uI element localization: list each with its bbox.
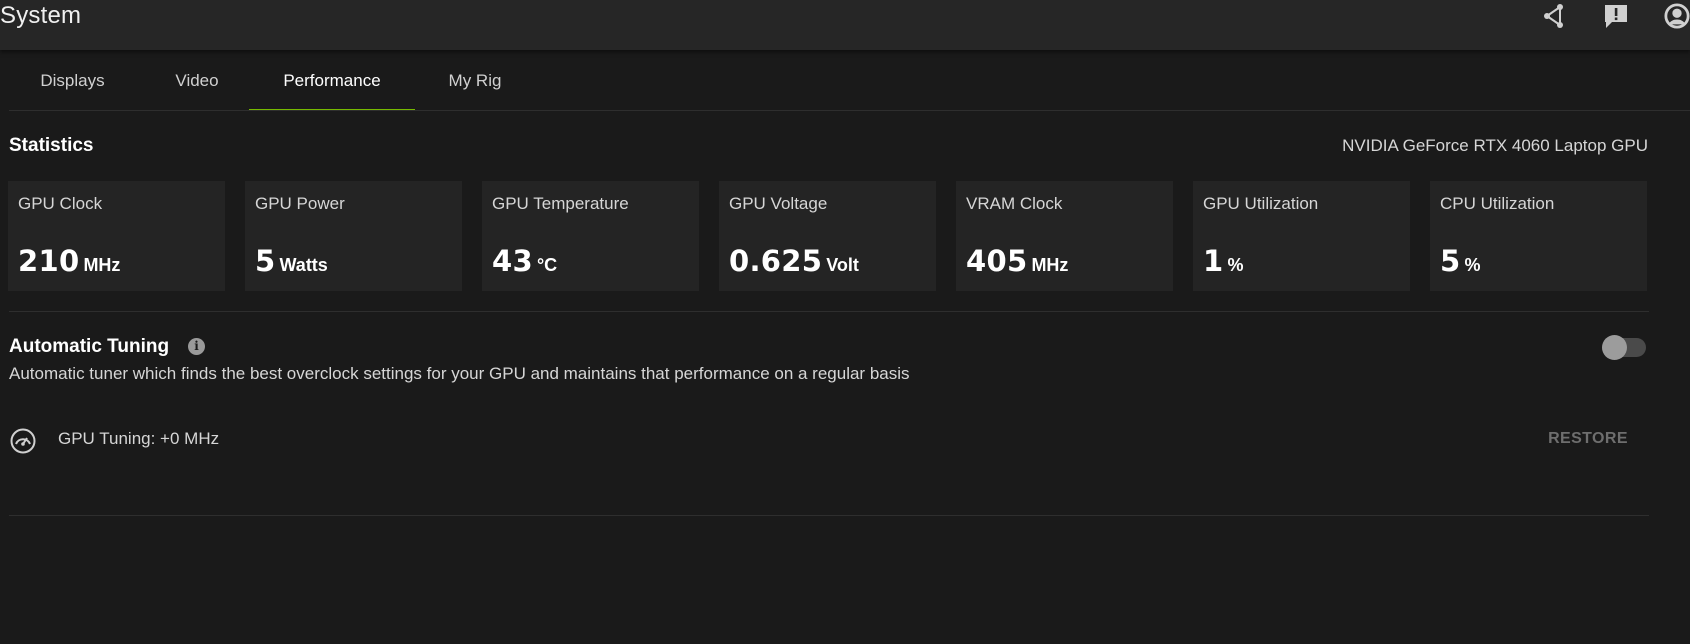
stat-card-gpu-clock: GPU Clock 210 MHz	[8, 181, 225, 291]
automatic-tuning-title: Automatic Tuning	[9, 336, 170, 357]
stat-number: 0.625	[729, 244, 823, 278]
share-icon[interactable]	[1540, 2, 1568, 30]
top-bar: System	[0, 0, 1690, 50]
stat-value: 5%	[1440, 244, 1481, 278]
automatic-tuning-toggle[interactable]	[1602, 335, 1646, 360]
stat-label: GPU Utilization	[1203, 194, 1319, 213]
stat-label: GPU Voltage	[729, 194, 828, 213]
stat-card-vram-clock: VRAM Clock 405 MHz	[956, 181, 1173, 291]
stat-unit: MHz	[83, 255, 121, 275]
feedback-icon[interactable]	[1602, 2, 1630, 30]
stat-number: 5	[255, 244, 276, 278]
tab-video[interactable]: Video	[136, 53, 258, 109]
stat-card-gpu-temperature: GPU Temperature 43 °C	[482, 181, 699, 291]
stat-unit: °C	[536, 255, 558, 275]
stat-number: 210	[18, 244, 80, 278]
toggle-knob	[1602, 335, 1627, 360]
stat-value: 210 MHz	[18, 244, 120, 278]
stat-value: 405 MHz	[966, 244, 1068, 278]
stat-label: GPU Power	[255, 194, 345, 213]
stat-value: 1%	[1203, 244, 1244, 278]
stat-unit: Volt	[826, 255, 859, 275]
stat-number: 1	[1203, 244, 1224, 278]
stat-label: GPU Clock	[18, 194, 103, 213]
stat-card-gpu-voltage: GPU Voltage 0.625 Volt	[719, 181, 936, 291]
stat-unit: MHz	[1031, 255, 1069, 275]
stat-value: 5 Watts	[255, 244, 328, 278]
page-title: System	[0, 2, 82, 29]
tab-my-rig[interactable]: My Rig	[415, 53, 535, 109]
section-divider	[9, 515, 1649, 516]
stat-unit: %	[1464, 255, 1481, 275]
stat-unit: %	[1227, 255, 1244, 275]
tab-bar: Displays Video Performance My Rig	[9, 53, 1690, 111]
automatic-tuning-description: Automatic tuner which finds the best ove…	[9, 364, 910, 383]
stat-label: GPU Temperature	[492, 194, 629, 213]
speedometer-icon	[10, 428, 36, 454]
info-icon[interactable]: i	[188, 338, 205, 355]
tab-performance[interactable]: Performance	[249, 53, 415, 110]
statistics-title: Statistics	[9, 135, 94, 156]
stat-card-gpu-utilization: GPU Utilization 1%	[1193, 181, 1410, 291]
gpu-name: NVIDIA GeForce RTX 4060 Laptop GPU	[1342, 136, 1648, 155]
stat-card-cpu-utilization: CPU Utilization 5%	[1430, 181, 1647, 291]
restore-button[interactable]: RESTORE	[1540, 421, 1636, 457]
gpu-tuning-status: GPU Tuning: +0 MHz	[58, 429, 220, 448]
stat-number: 43	[492, 244, 533, 278]
profile-icon[interactable]	[1664, 2, 1690, 30]
stat-label: VRAM Clock	[966, 194, 1063, 213]
stat-label: CPU Utilization	[1440, 194, 1555, 213]
stat-number: 405	[966, 244, 1028, 278]
stat-number: 5	[1440, 244, 1461, 278]
stat-unit: Watts	[279, 255, 328, 275]
stat-card-gpu-power: GPU Power 5 Watts	[245, 181, 462, 291]
stat-value: 0.625 Volt	[729, 244, 859, 278]
stat-value: 43 °C	[492, 244, 557, 278]
tab-displays[interactable]: Displays	[9, 53, 136, 109]
section-divider	[9, 311, 1649, 312]
